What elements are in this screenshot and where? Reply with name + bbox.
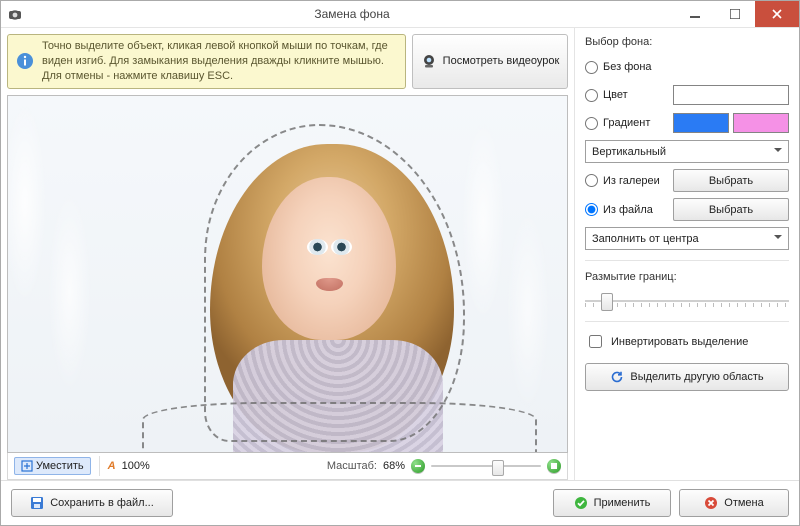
selection-outline[interactable] xyxy=(142,402,537,453)
info-icon xyxy=(16,52,34,70)
watch-video-button[interactable]: Посмотреть видеоурок xyxy=(412,34,568,89)
divider xyxy=(585,321,789,322)
floppy-icon xyxy=(30,496,44,510)
radio-file[interactable] xyxy=(585,203,598,216)
close-button[interactable] xyxy=(755,1,799,27)
label-file: Из файла xyxy=(603,204,653,216)
label-gradient: Градиент xyxy=(603,117,650,129)
select-other-label: Выделить другую область xyxy=(630,371,763,383)
minimize-button[interactable] xyxy=(675,1,715,27)
choose-gallery-button[interactable]: Выбрать xyxy=(673,169,789,192)
blur-slider-thumb[interactable] xyxy=(601,293,613,311)
blur-label: Размытие границ: xyxy=(585,271,789,283)
refresh-icon xyxy=(610,370,624,384)
option-gradient[interactable]: Градиент xyxy=(585,112,789,134)
gradient-type-select[interactable]: Вертикальный xyxy=(585,140,789,163)
divider xyxy=(585,260,789,261)
option-file[interactable]: Из файла Выбрать xyxy=(585,198,789,221)
canvas-toolbar: Уместить A 100% Масштаб: 68% xyxy=(7,453,568,480)
radio-gallery[interactable] xyxy=(585,174,598,187)
auto-zoom-value: 100% xyxy=(122,460,150,472)
footer: Сохранить в файл... Применить Отмена xyxy=(1,480,799,525)
image-canvas[interactable] xyxy=(7,95,568,453)
scale-controls: Масштаб: 68% xyxy=(327,459,561,473)
cancel-button[interactable]: Отмена xyxy=(679,489,789,517)
background-panel: Выбор фона: Без фона Цвет Градиент Верти… xyxy=(574,28,799,480)
apply-label: Применить xyxy=(594,497,651,509)
watch-video-label: Посмотреть видеоурок xyxy=(443,55,560,67)
fit-screen-icon xyxy=(21,460,33,472)
window-controls xyxy=(675,1,799,27)
body: Точно выделите объект, кликая левой кноп… xyxy=(1,28,799,480)
auto-icon: A xyxy=(108,460,116,472)
color-swatch[interactable] xyxy=(673,85,789,105)
fit-to-screen-button[interactable]: Уместить xyxy=(14,457,91,475)
select-other-area-button[interactable]: Выделить другую область xyxy=(585,363,789,391)
zoom-slider[interactable] xyxy=(431,459,541,473)
zoom-slider-thumb[interactable] xyxy=(492,460,504,476)
cancel-circle-icon xyxy=(704,496,718,510)
fill-mode-select[interactable]: Заполнить от центра xyxy=(585,227,789,250)
radio-gradient[interactable] xyxy=(585,117,598,130)
hint-text: Точно выделите объект, кликая левой кноп… xyxy=(42,39,397,84)
option-color[interactable]: Цвет xyxy=(585,84,789,106)
radio-no-bg[interactable] xyxy=(585,61,598,74)
invert-selection-row[interactable]: Инвертировать выделение xyxy=(585,332,789,351)
window-title: Замена фона xyxy=(29,7,675,21)
titlebar: Замена фона xyxy=(1,1,799,28)
scale-label: Масштаб: xyxy=(327,460,377,472)
scale-value: 68% xyxy=(383,460,405,472)
left-pane: Точно выделите объект, кликая левой кноп… xyxy=(1,28,574,480)
label-color: Цвет xyxy=(603,89,628,101)
fit-label: Уместить xyxy=(36,460,84,472)
divider xyxy=(99,456,100,476)
save-label: Сохранить в файл... xyxy=(50,497,154,509)
hint-box: Точно выделите объект, кликая левой кноп… xyxy=(7,34,406,89)
choose-file-button[interactable]: Выбрать xyxy=(673,198,789,221)
cancel-label: Отмена xyxy=(724,497,763,509)
label-gallery: Из галереи xyxy=(603,175,660,187)
zoom-in-button[interactable] xyxy=(547,459,561,473)
gradient-swatch-1[interactable] xyxy=(673,113,729,133)
invert-checkbox[interactable] xyxy=(589,335,602,348)
save-to-file-button[interactable]: Сохранить в файл... xyxy=(11,489,173,517)
panel-title: Выбор фона: xyxy=(585,36,789,48)
webcam-icon xyxy=(421,53,437,69)
maximize-button[interactable] xyxy=(715,1,755,27)
blur-slider[interactable] xyxy=(585,291,789,311)
option-no-bg[interactable]: Без фона xyxy=(585,56,789,78)
app-window: Замена фона Точно выделите объект, клика… xyxy=(0,0,800,526)
zoom-out-button[interactable] xyxy=(411,459,425,473)
gradient-swatch-2[interactable] xyxy=(733,113,789,133)
radio-color[interactable] xyxy=(585,89,598,102)
apply-button[interactable]: Применить xyxy=(553,489,671,517)
label-no-bg: Без фона xyxy=(603,61,652,73)
camera-icon xyxy=(7,6,23,22)
check-circle-icon xyxy=(574,496,588,510)
gradient-type-value: Вертикальный xyxy=(592,146,666,158)
fill-mode-value: Заполнить от центра xyxy=(592,233,699,245)
hint-row: Точно выделите объект, кликая левой кноп… xyxy=(7,34,568,89)
option-gallery[interactable]: Из галереи Выбрать xyxy=(585,169,789,192)
invert-label: Инвертировать выделение xyxy=(611,336,748,348)
